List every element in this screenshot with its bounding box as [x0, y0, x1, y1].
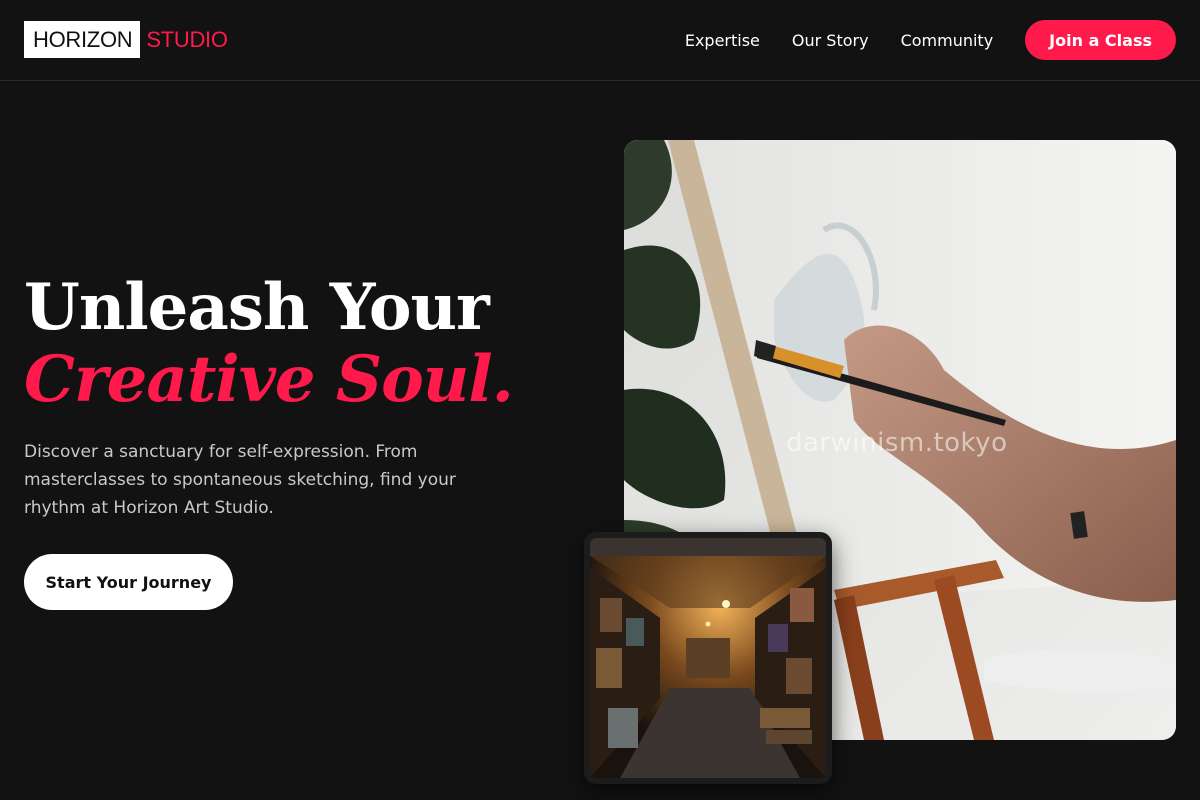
main-nav: Expertise Our Story Community Join a Cla… [685, 20, 1176, 60]
hero-title-line2: Creative Soul. [24, 342, 514, 417]
start-journey-button[interactable]: Start Your Journey [24, 554, 233, 610]
hero-title: Unleash Your Creative Soul. [24, 270, 514, 417]
logo[interactable]: HORIZON STUDIO [24, 21, 228, 58]
storage-room-illustration [590, 538, 826, 778]
nav-link-community[interactable]: Community [901, 31, 994, 50]
image-watermark: darwinism.tokyo [786, 428, 1008, 458]
join-class-button[interactable]: Join a Class [1025, 20, 1176, 60]
nav-link-our-story[interactable]: Our Story [792, 31, 869, 50]
nav-link-expertise[interactable]: Expertise [685, 31, 760, 50]
logo-primary: HORIZON [24, 21, 141, 58]
site-header: HORIZON STUDIO Expertise Our Story Commu… [0, 0, 1200, 81]
hero-description: Discover a sanctuary for self-expression… [24, 442, 456, 518]
storage-room-photo [584, 532, 832, 784]
logo-secondary: STUDIO [146, 26, 228, 52]
hero-title-line1: Unleash Your [24, 270, 490, 345]
